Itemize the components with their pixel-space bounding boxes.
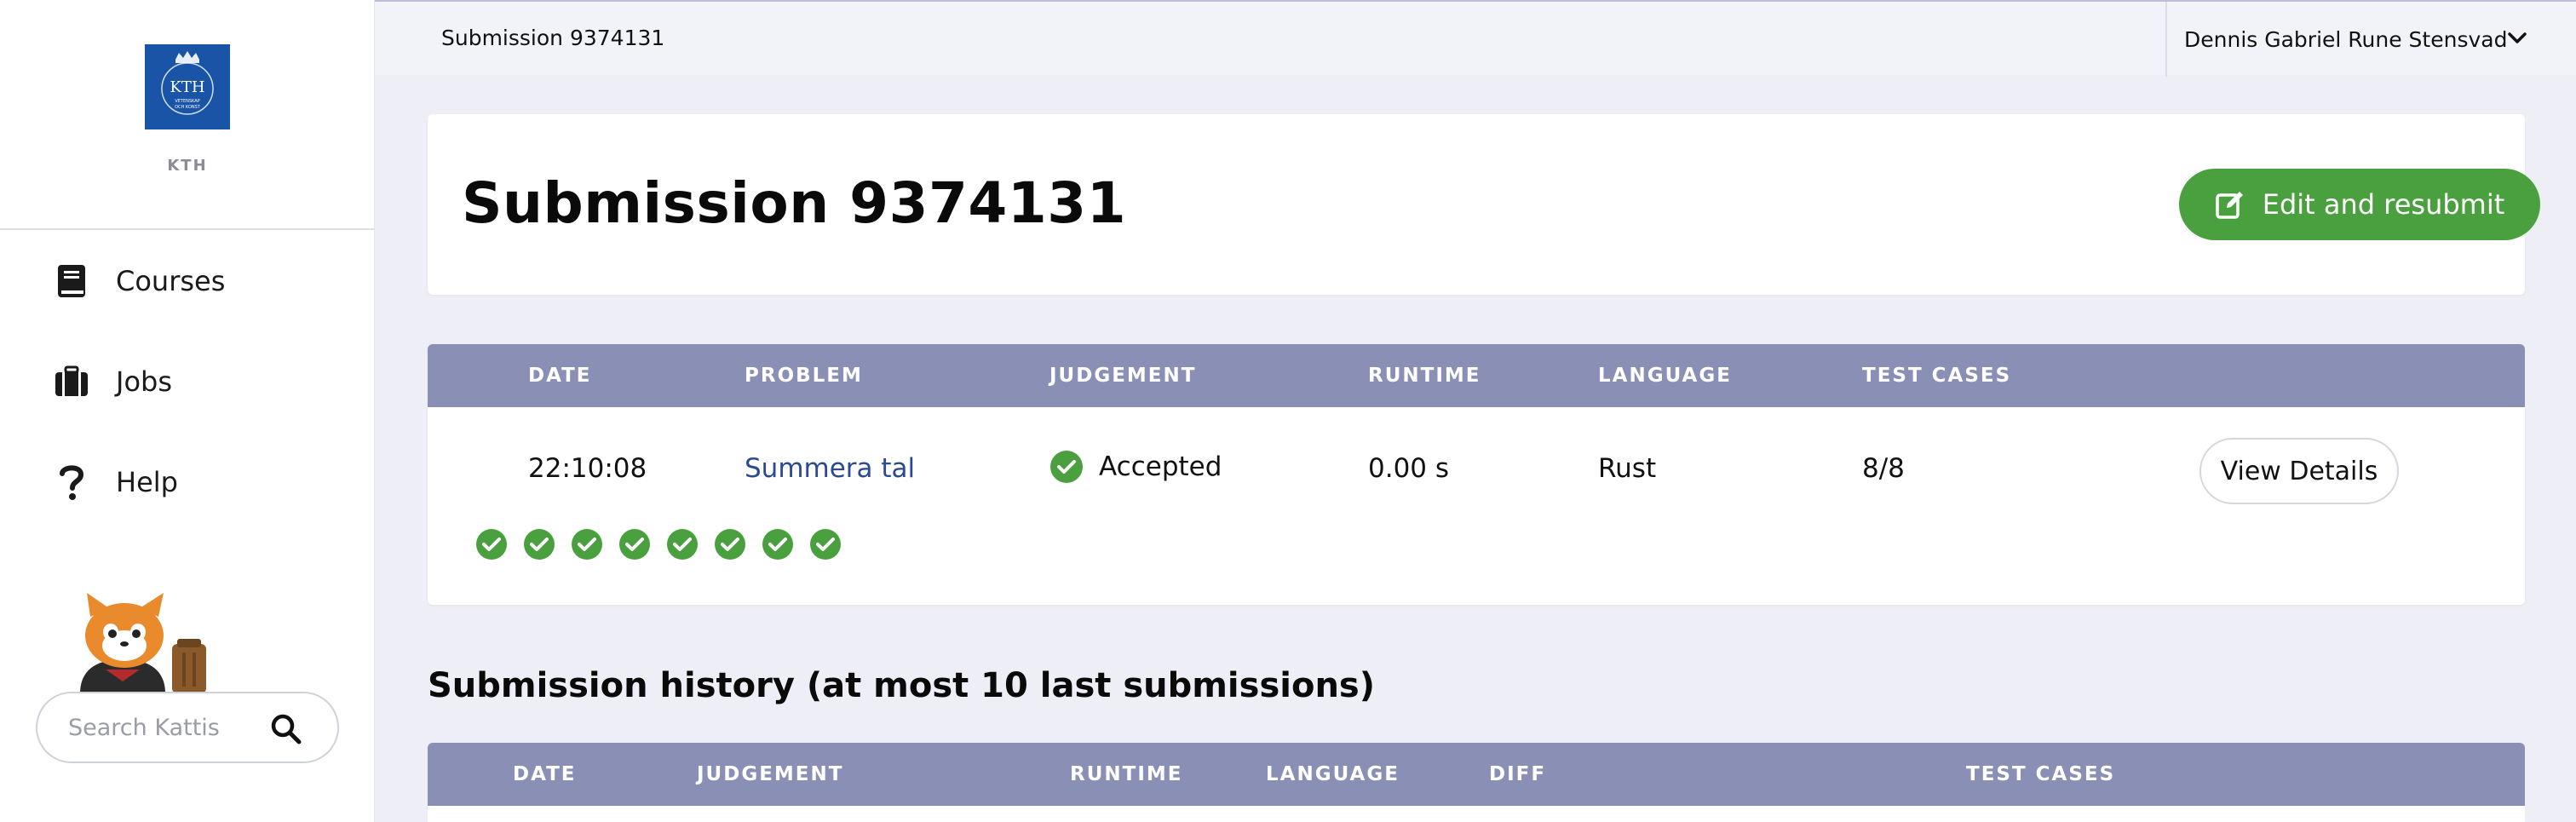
sidebar-item-label: Help [116,466,178,498]
sidebar-item-label: Courses [116,265,226,297]
col-problem: PROBLEM [745,365,863,387]
test-cases-value: 8/8 [1862,453,1905,484]
test-case-pass-icon[interactable] [523,528,555,560]
col-diff: DIFF [1489,763,1547,785]
col-judgement: JUDGEMENT [1049,365,1197,387]
briefcase-icon [53,363,90,400]
col-runtime: RUNTIME [1070,763,1183,785]
history-title: Submission history (at most 10 last subm… [428,666,1376,705]
language-value: Rust [1598,453,1657,484]
svg-text:KTH: KTH [170,78,204,96]
test-case-pass-icon[interactable] [475,528,508,560]
edit-icon [2215,192,2243,219]
col-judgement: JUDGEMENT [697,763,844,785]
logo-caption: KTH [167,157,208,175]
edit-resubmit-label: Edit and resubmit [2262,188,2505,221]
kattis-mascot-icon [80,593,206,693]
submission-table-row: 22:10:08 Summera tal Accepted 0.00 s Rus… [428,407,2525,605]
runtime-value: 0.00 s [1368,453,1450,484]
kth-crest-icon: KTH VETENSKAP OCH KONST [145,44,230,129]
svg-text:OCH KONST: OCH KONST [175,105,201,110]
col-runtime: RUNTIME [1368,365,1481,387]
logo-area: KTH VETENSKAP OCH KONST KTH [0,0,375,230]
sidebar-item-help[interactable]: Help [53,457,334,508]
judgement-label: Accepted [1099,451,1222,482]
test-case-pass-icon[interactable] [571,528,603,560]
view-details-button[interactable]: View Details [2199,438,2399,504]
search-input[interactable] [68,714,264,741]
col-test-cases: TEST CASES [1862,365,2012,387]
search-icon[interactable] [269,712,303,746]
top-bar: Submission 9374131 Dennis Gabriel Rune S… [375,0,2576,77]
user-menu[interactable]: Dennis Gabriel Rune Stensvad [2165,2,2576,77]
history-table-body [428,806,2525,822]
search-box[interactable] [36,692,339,763]
user-name[interactable]: Dennis Gabriel Rune Stensvad [2184,27,2507,52]
judgement-status: Accepted [1049,450,1222,484]
col-date: DATE [513,763,577,785]
sidebar: KTH VETENSKAP OCH KONST KTH Courses Jobs… [0,0,375,822]
submission-date: 22:10:08 [528,453,647,484]
kth-logo[interactable]: KTH VETENSKAP OCH KONST [145,44,230,129]
chevron-down-icon[interactable] [2506,29,2528,48]
sidebar-item-courses[interactable]: Courses [53,256,334,307]
sidebar-item-label: Jobs [116,365,172,398]
test-case-results [475,528,842,560]
question-icon [53,463,90,501]
main-content: Submission 9374131 Dennis Gabriel Rune S… [375,0,2576,822]
submission-table-header: DATE PROBLEM JUDGEMENT RUNTIME LANGUAGE … [428,344,2525,409]
test-case-pass-icon[interactable] [762,528,794,560]
col-language: LANGUAGE [1598,365,1732,387]
submission-header-card: Submission 9374131 Edit and resubmit [428,114,2540,295]
sidebar-item-jobs[interactable]: Jobs [53,356,334,407]
col-language: LANGUAGE [1266,763,1400,785]
page-title: Submission 9374131 [462,170,1127,236]
problem-link[interactable]: Summera tal [745,453,915,484]
svg-text:VETENSKAP: VETENSKAP [175,99,199,104]
book-icon [53,262,90,300]
history-table-header: DATE JUDGEMENT RUNTIME LANGUAGE DIFF TES… [428,743,2525,808]
test-case-pass-icon[interactable] [618,528,651,560]
test-case-pass-icon[interactable] [714,528,746,560]
col-test-cases: TEST CASES [1966,763,2116,785]
test-case-pass-icon[interactable] [666,528,699,560]
check-circle-icon [1050,451,1083,483]
test-case-pass-icon[interactable] [809,528,842,560]
col-date: DATE [528,365,592,387]
edit-resubmit-button[interactable]: Edit and resubmit [2179,169,2540,240]
breadcrumb[interactable]: Submission 9374131 [441,26,664,50]
